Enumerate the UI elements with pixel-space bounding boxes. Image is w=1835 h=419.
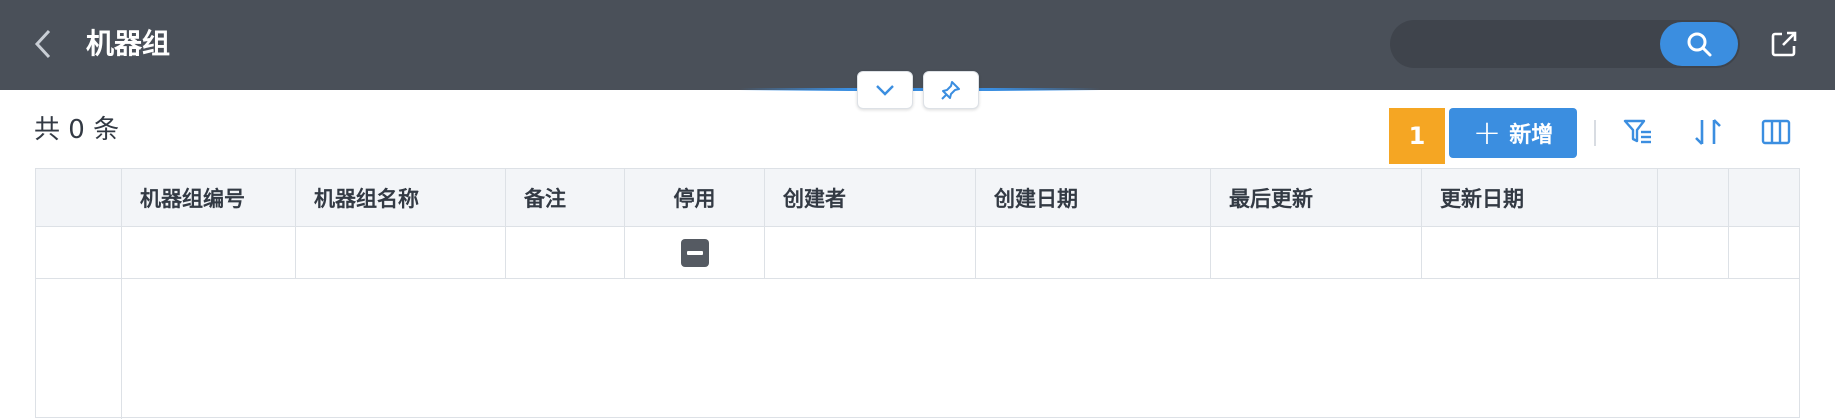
stop-filter-toggle[interactable] (680, 238, 709, 267)
column-header (1658, 169, 1729, 226)
filter-icon (1623, 119, 1651, 144)
search-button[interactable] (1660, 22, 1738, 66)
column-header[interactable]: 停用 (625, 169, 765, 226)
column-header[interactable]: 创建日期 (976, 169, 1211, 226)
chevron-down-icon (876, 85, 894, 96)
filter-cell[interactable] (506, 227, 625, 278)
filter-cell[interactable] (765, 227, 976, 278)
search-icon (1687, 32, 1712, 57)
toolbar-divider (1594, 120, 1596, 146)
column-header (36, 169, 122, 226)
column-header[interactable]: 机器组编号 (122, 169, 296, 226)
filter-cell[interactable] (122, 227, 296, 278)
table-filter-row (36, 227, 1799, 279)
column-header[interactable]: 备注 (506, 169, 625, 226)
columns-icon (1761, 119, 1791, 145)
export-button[interactable] (1766, 26, 1802, 62)
back-button[interactable] (28, 26, 58, 62)
table-header-row: 机器组编号 机器组名称 备注 停用 创建者 创建日期 最后更新 更新日期 (36, 169, 1799, 227)
column-header[interactable]: 最后更新 (1211, 169, 1422, 226)
filter-cell (36, 227, 122, 278)
plus-icon: + (1472, 113, 1502, 153)
column-header[interactable]: 更新日期 (1422, 169, 1658, 226)
search-box (1390, 20, 1740, 68)
add-button-label: 新增 (1509, 123, 1554, 148)
pin-button[interactable] (923, 71, 979, 109)
pin-icon (941, 81, 960, 100)
columns-button[interactable] (1756, 112, 1796, 152)
filter-cell[interactable] (1422, 227, 1658, 278)
app-header: 机器组 (0, 0, 1835, 90)
add-button[interactable]: + 新增 (1449, 108, 1577, 158)
data-table: 机器组编号 机器组名称 备注 停用 创建者 创建日期 最后更新 更新日期 (35, 168, 1800, 419)
page-title: 机器组 (86, 27, 171, 60)
panel-accent-line (740, 88, 1100, 91)
sort-button[interactable] (1688, 112, 1728, 152)
filter-cell[interactable] (296, 227, 506, 278)
column-header[interactable]: 创建者 (765, 169, 976, 226)
search-input[interactable] (1410, 20, 1660, 68)
step-badge: 1 (1389, 108, 1445, 164)
column-header (1729, 169, 1799, 226)
sort-icon (1695, 119, 1721, 145)
collapse-button[interactable] (857, 71, 913, 109)
filter-cell (625, 227, 765, 278)
filter-button[interactable] (1618, 112, 1658, 152)
record-count: 共 0 条 (34, 115, 120, 145)
filter-cell[interactable] (976, 227, 1211, 278)
external-link-icon (1771, 31, 1797, 57)
chevron-left-icon (34, 29, 51, 59)
filter-cell (1658, 227, 1729, 278)
table-body-divider (121, 279, 122, 419)
column-header[interactable]: 机器组名称 (296, 169, 506, 226)
filter-cell (1729, 227, 1799, 278)
minus-square-icon (686, 250, 703, 255)
filter-cell[interactable] (1211, 227, 1422, 278)
